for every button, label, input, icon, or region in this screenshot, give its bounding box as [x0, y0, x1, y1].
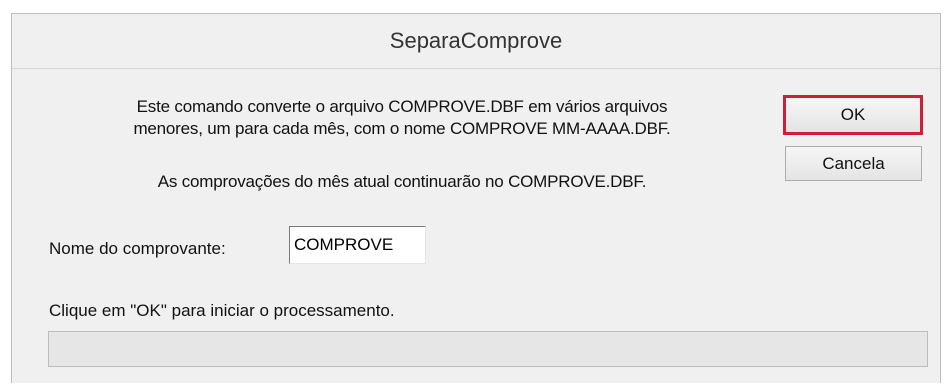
description-text: Este comando converte o arquivo COMPROVE…	[57, 96, 747, 140]
instruction-text: Clique em "OK" para iniciar o processame…	[49, 301, 395, 320]
description-line-1: Este comando converte o arquivo COMPROVE…	[136, 97, 668, 116]
description-line-2: menores, um para cada mês, com o nome CO…	[133, 119, 671, 138]
dialog-body: Este comando converte o arquivo COMPROVE…	[12, 69, 940, 383]
dialog-window: SeparaComprove Este comando converte o a…	[11, 13, 941, 383]
window-title: SeparaComprove	[389, 28, 563, 53]
ok-button[interactable]: OK	[783, 95, 923, 135]
cancel-button[interactable]: Cancela	[785, 146, 922, 181]
voucher-name-label: Nome do comprovante:	[49, 239, 226, 258]
voucher-name-input[interactable]: COMPROVE	[289, 226, 426, 264]
note-text: As comprovações do mês atual continuarão…	[157, 172, 647, 191]
progress-bar	[48, 331, 928, 367]
title-bar[interactable]: SeparaComprove	[12, 14, 940, 69]
